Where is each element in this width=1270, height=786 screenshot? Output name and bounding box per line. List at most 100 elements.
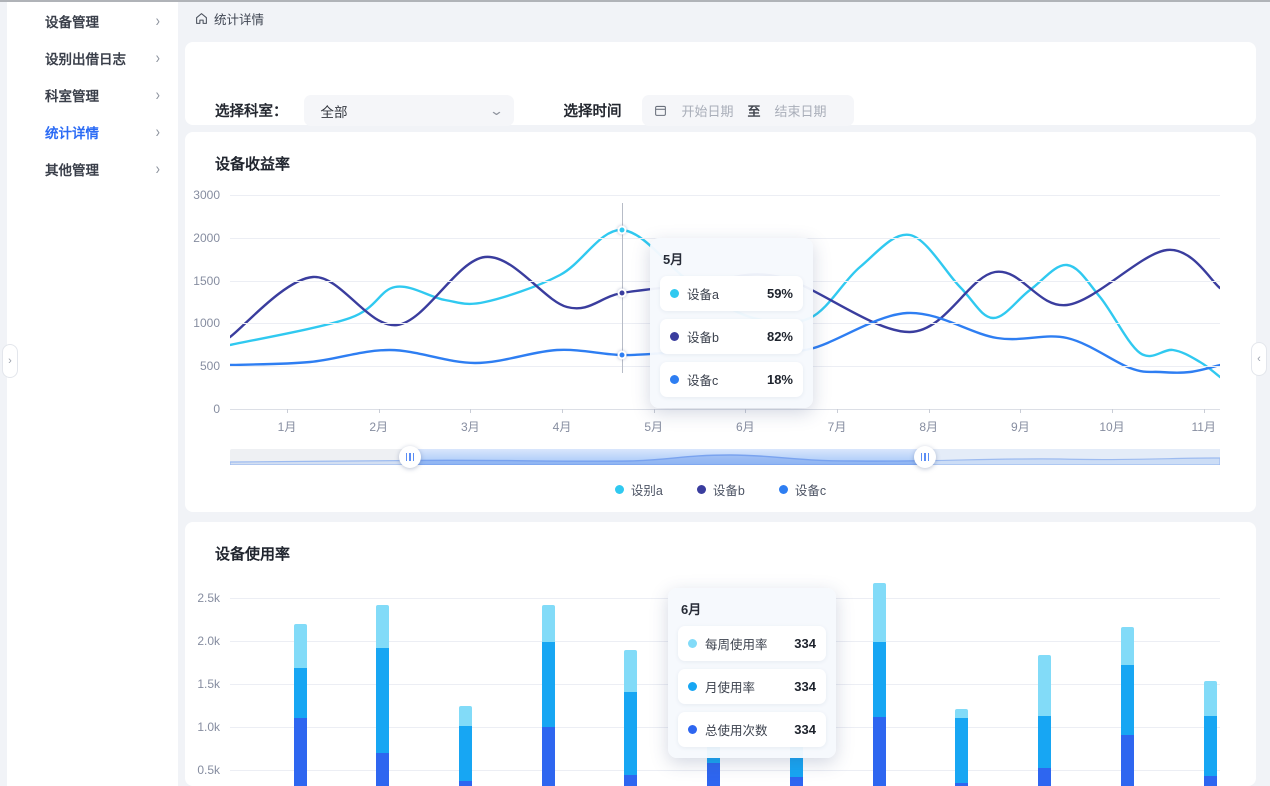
bar-segment [542, 605, 555, 642]
bar-segment [1121, 665, 1134, 735]
stacked-bar[interactable] [459, 706, 472, 786]
sidebar-item-label: 科室管理 [45, 85, 99, 105]
bar-segment [1204, 716, 1217, 776]
department-select[interactable]: 全部 ⌄ [304, 95, 514, 126]
breadcrumb: 统计详情 [195, 9, 264, 28]
bar-segment [1121, 627, 1134, 665]
legend-label: 设备b [713, 480, 745, 499]
stacked-bar[interactable] [542, 605, 555, 786]
panel-collapse-handle[interactable]: ‹ [1251, 342, 1267, 376]
stacked-bar[interactable] [376, 605, 389, 786]
stacked-bar[interactable] [1121, 627, 1134, 786]
tooltip-series-label: 设备c [687, 370, 718, 389]
sidebar-item-device-management[interactable]: 设备管理 › [7, 2, 178, 39]
stacked-bar[interactable] [873, 583, 886, 786]
datazoom-selected-wave [410, 449, 925, 465]
end-date-input[interactable]: 结束日期 [775, 101, 827, 120]
stacked-bar[interactable] [955, 709, 968, 786]
bar-segment [542, 642, 555, 727]
x-axis-tick [470, 409, 471, 413]
x-axis-labels: 1月2月3月4月5月6月7月8月9月10月11月 [230, 418, 1220, 434]
bar-segment [1121, 735, 1134, 786]
legend-item-series-a[interactable]: 设别a [615, 480, 663, 499]
y-axis-tick-label: 1.0k [197, 720, 220, 734]
legend-dot [697, 485, 706, 494]
x-axis-tick-label: 7月 [828, 418, 847, 435]
x-axis-tick [287, 409, 288, 413]
stacked-bar[interactable] [1204, 681, 1217, 786]
chevron-down-icon: ⌄ [488, 103, 503, 119]
tooltip-series-label: 月使用率 [705, 677, 755, 696]
sidebar-expand-handle[interactable]: › [2, 344, 18, 378]
tooltip-row: 设备b 82% [660, 319, 803, 354]
x-axis-tick [1112, 409, 1113, 413]
bar-segment [459, 706, 472, 726]
tooltip-series-value: 59% [767, 286, 793, 301]
y-axis-tick-label: 3000 [193, 188, 220, 202]
sidebar-item-label: 统计详情 [45, 122, 99, 142]
datazoom-left-handle[interactable] [399, 446, 421, 468]
chart-title: 设备使用率 [215, 543, 290, 564]
bar-segment [1204, 776, 1217, 786]
stacked-bar[interactable] [294, 624, 307, 786]
bar-segment [376, 648, 389, 753]
tooltip-series-label: 设备a [687, 284, 719, 303]
datazoom-slider[interactable] [230, 449, 1220, 465]
sidebar-item-department-management[interactable]: 科室管理 › [7, 76, 178, 113]
bar-segment [294, 668, 307, 719]
chevron-right-icon: › [156, 159, 160, 178]
gridline [230, 195, 1220, 196]
datazoom-right-handle[interactable] [914, 446, 936, 468]
chart-legend: 设别a 设备b 设备c [185, 480, 1256, 499]
bar-segment [790, 777, 803, 786]
bar-segment [955, 709, 968, 718]
chevron-right-icon: › [156, 122, 160, 141]
department-filter-label: 选择科室： [215, 100, 288, 121]
chevron-right-icon: › [156, 11, 160, 30]
sidebar: 设备管理 › 设别出借日志 › 科室管理 › 统计详情 › 其他管理 › [7, 2, 178, 786]
legend-item-series-c[interactable]: 设备c [779, 480, 826, 499]
y-axis-tick-label: 1500 [193, 274, 220, 288]
y-axis-tick-label: 1000 [193, 316, 220, 330]
tooltip-series-value: 18% [767, 372, 793, 387]
hover-point-marker [618, 351, 627, 360]
x-axis-tick-label: 6月 [736, 418, 755, 435]
datazoom-selected-window[interactable] [410, 449, 925, 465]
bar-segment [624, 650, 637, 692]
bar-segment [294, 718, 307, 786]
series-dot [688, 725, 697, 734]
x-axis-tick [745, 409, 746, 413]
tooltip-series-label: 总使用次数 [705, 720, 768, 739]
stacked-bar[interactable] [1038, 655, 1051, 786]
bar-segment [873, 583, 886, 641]
tooltip-series-value: 82% [767, 329, 793, 344]
legend-dot [615, 485, 624, 494]
x-axis-tick [562, 409, 563, 413]
hover-point-marker [618, 289, 627, 298]
sidebar-item-label: 设备管理 [45, 11, 99, 31]
legend-item-series-b[interactable]: 设备b [697, 480, 745, 499]
hover-point-marker [618, 226, 627, 235]
sidebar-item-statistics-detail[interactable]: 统计详情 › [7, 113, 178, 150]
series-dot [670, 375, 679, 384]
breadcrumb-label: 统计详情 [214, 9, 264, 28]
tooltip-series-value: 334 [794, 679, 816, 694]
chevron-right-icon: › [8, 355, 12, 367]
chevron-right-icon: › [156, 48, 160, 67]
bar-segment [459, 781, 472, 786]
sidebar-item-other-management[interactable]: 其他管理 › [7, 150, 178, 187]
x-axis-tick [1204, 409, 1205, 413]
tooltip-header: 6月 [681, 599, 826, 618]
y-axis-tick-label: 1.5k [197, 677, 220, 691]
bar-segment [294, 624, 307, 668]
x-axis-tick [929, 409, 930, 413]
sidebar-item-lending-log[interactable]: 设别出借日志 › [7, 39, 178, 76]
calendar-icon [654, 104, 667, 117]
y-axis-tick-label: 0.5k [197, 763, 220, 777]
bar-segment [459, 726, 472, 781]
date-range-picker[interactable]: 开始日期 至 结束日期 [642, 95, 854, 126]
stacked-bar[interactable] [624, 650, 637, 786]
x-axis-tick-label: 8月 [919, 418, 938, 435]
legend-label: 设别a [631, 480, 663, 499]
start-date-input[interactable]: 开始日期 [682, 101, 734, 120]
